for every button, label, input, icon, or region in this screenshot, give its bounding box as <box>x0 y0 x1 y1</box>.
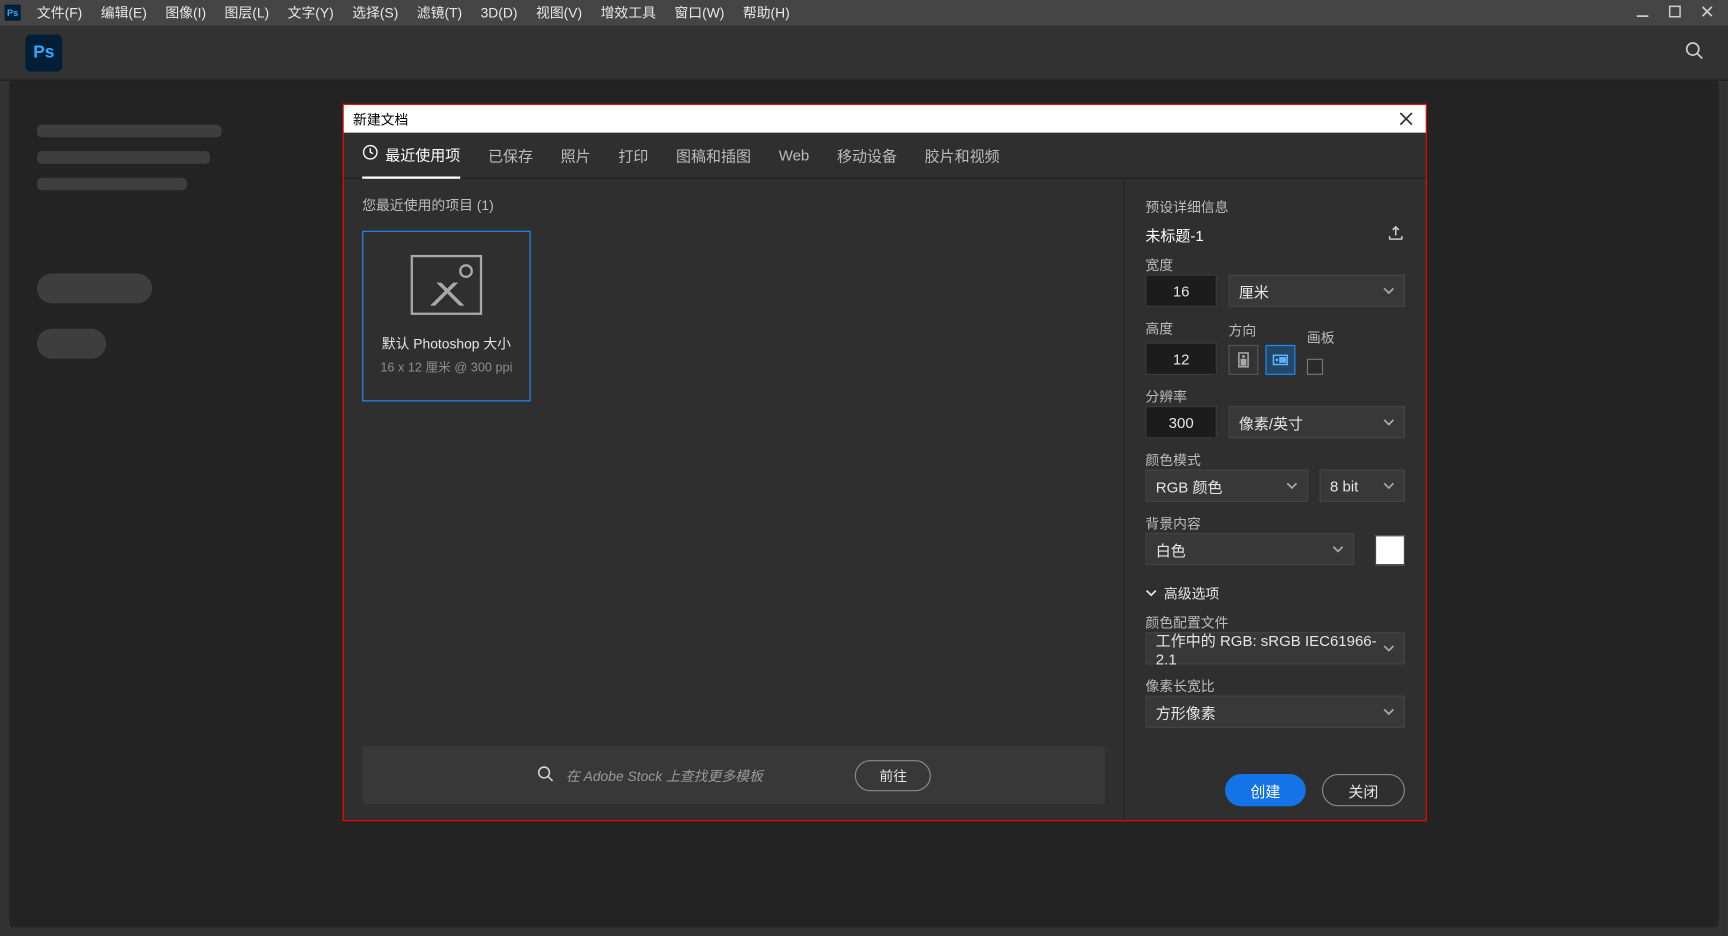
close-button[interactable]: 关闭 <box>1322 774 1405 806</box>
dialog-close-button[interactable] <box>1396 108 1417 129</box>
recent-heading: 您最近使用的项目 (1) <box>362 195 1105 215</box>
color-mode-label: 颜色模式 <box>1145 450 1405 470</box>
dialog-tabs: 最近使用项 已保存 照片 打印 图稿和插图 Web 移动设备 胶片和视频 <box>344 133 1426 179</box>
document-name-input[interactable]: 未标题-1 <box>1145 224 1203 246</box>
menu-plugins[interactable]: 增效工具 <box>591 0 665 25</box>
select-value: 方形像素 <box>1156 701 1216 723</box>
tab-art[interactable]: 图稿和插图 <box>676 132 751 178</box>
height-label: 高度 <box>1145 318 1217 338</box>
select-value: 8 bit <box>1330 477 1358 494</box>
create-button[interactable]: 创建 <box>1225 774 1306 806</box>
image-icon <box>411 255 483 315</box>
tab-web[interactable]: Web <box>779 132 810 178</box>
menu-file[interactable]: 文件(F) <box>28 0 92 25</box>
menu-layer[interactable]: 图层(L) <box>215 0 278 25</box>
tab-photo[interactable]: 照片 <box>561 132 591 178</box>
details-header: 预设详细信息 <box>1145 197 1405 217</box>
skeleton-pill <box>37 273 152 303</box>
pixel-aspect-select[interactable]: 方形像素 <box>1145 696 1405 728</box>
tab-mobile[interactable]: 移动设备 <box>837 132 897 178</box>
artboard-checkbox[interactable] <box>1307 359 1323 375</box>
skeleton-pill <box>37 329 106 359</box>
chevron-down-icon <box>1383 414 1395 431</box>
artboard-label: 画板 <box>1307 328 1335 348</box>
orientation-portrait-button[interactable] <box>1228 345 1258 375</box>
preset-name: 默认 Photoshop 大小 <box>382 333 511 353</box>
chevron-down-icon <box>1383 477 1395 494</box>
presets-panel: 您最近使用的项目 (1) 默认 Photoshop 大小 16 x 12 厘米 … <box>344 179 1124 820</box>
menu-3d[interactable]: 3D(D) <box>471 0 526 25</box>
skeleton-line <box>37 178 187 191</box>
chevron-down-icon <box>1383 640 1395 657</box>
dialog-title-text: 新建文档 <box>353 109 408 129</box>
app-mini-logo: Ps <box>5 5 21 21</box>
select-value: 厘米 <box>1239 280 1269 302</box>
search-icon[interactable] <box>1684 40 1705 64</box>
width-unit-select[interactable]: 厘米 <box>1228 275 1404 307</box>
window-minimize-button[interactable] <box>1626 0 1658 23</box>
app-menubar: Ps 文件(F) 编辑(E) 图像(I) 图层(L) 文字(Y) 选择(S) 滤… <box>0 0 1728 25</box>
resolution-unit-select[interactable]: 像素/英寸 <box>1228 406 1404 438</box>
tab-recent[interactable]: 最近使用项 <box>362 132 460 178</box>
menu-image[interactable]: 图像(I) <box>156 0 215 25</box>
background-color-swatch[interactable] <box>1375 535 1405 565</box>
chevron-down-icon <box>1383 282 1395 299</box>
width-label: 宽度 <box>1145 255 1405 275</box>
window-close-button[interactable] <box>1691 0 1723 23</box>
width-input[interactable]: 16 <box>1145 275 1217 307</box>
color-mode-select[interactable]: RGB 颜色 <box>1145 469 1308 501</box>
dialog-titlebar: 新建文档 <box>344 105 1426 133</box>
menu-help[interactable]: 帮助(H) <box>734 0 799 25</box>
tab-print[interactable]: 打印 <box>618 132 648 178</box>
skeleton-line <box>37 125 222 138</box>
tab-saved[interactable]: 已保存 <box>488 132 533 178</box>
stock-search-input[interactable]: 在 Adobe Stock 上查找更多模板 <box>566 765 763 785</box>
menu-type[interactable]: 文字(Y) <box>278 0 343 25</box>
menu-select[interactable]: 选择(S) <box>343 0 408 25</box>
advanced-label: 高级选项 <box>1164 584 1219 604</box>
preset-card-default[interactable]: 默认 Photoshop 大小 16 x 12 厘米 @ 300 ppi <box>362 231 530 402</box>
bit-depth-select[interactable]: 8 bit <box>1320 469 1405 501</box>
height-input[interactable]: 12 <box>1145 343 1217 375</box>
chevron-down-icon <box>1145 585 1157 601</box>
tab-film[interactable]: 胶片和视频 <box>925 132 1000 178</box>
pixel-aspect-label: 像素长宽比 <box>1145 676 1405 696</box>
search-icon <box>536 764 554 786</box>
menu-view[interactable]: 视图(V) <box>527 0 592 25</box>
adobe-stock-bar: 在 Adobe Stock 上查找更多模板 前往 <box>362 746 1105 804</box>
resolution-label: 分辨率 <box>1145 386 1405 406</box>
chevron-down-icon <box>1286 477 1298 494</box>
stock-go-button[interactable]: 前往 <box>855 760 931 791</box>
tab-label: 最近使用项 <box>385 143 460 165</box>
background-select[interactable]: 白色 <box>1145 533 1354 565</box>
select-value: RGB 颜色 <box>1156 475 1223 497</box>
menu-window[interactable]: 窗口(W) <box>665 0 733 25</box>
advanced-toggle[interactable]: 高级选项 <box>1145 584 1405 604</box>
preset-subtitle: 16 x 12 厘米 @ 300 ppi <box>380 358 512 376</box>
select-value: 工作中的 RGB: sRGB IEC61966-2.1 <box>1156 629 1383 668</box>
sidebar-skeleton <box>37 125 222 359</box>
background-label: 背景内容 <box>1145 513 1405 533</box>
skeleton-line <box>37 151 210 164</box>
export-preset-icon[interactable] <box>1387 224 1405 246</box>
home-header: Ps <box>0 25 1728 80</box>
chevron-down-icon <box>1332 540 1344 557</box>
select-value: 像素/英寸 <box>1239 411 1303 433</box>
clock-icon <box>362 144 378 164</box>
menu-filter[interactable]: 滤镜(T) <box>408 0 472 25</box>
photoshop-logo[interactable]: Ps <box>25 34 62 71</box>
select-value: 白色 <box>1156 538 1186 560</box>
resolution-input[interactable]: 300 <box>1145 406 1217 438</box>
window-maximize-button[interactable] <box>1659 0 1691 23</box>
orientation-label: 方向 <box>1228 321 1295 341</box>
chevron-down-icon <box>1383 703 1395 720</box>
new-document-dialog: 新建文档 最近使用项 已保存 照片 打印 图稿和插图 Web 移动设备 胶片和视… <box>343 104 1427 821</box>
preset-details-panel: 预设详细信息 未标题-1 宽度 16 厘米 <box>1124 179 1426 820</box>
menu-edit[interactable]: 编辑(E) <box>92 0 157 25</box>
color-profile-select[interactable]: 工作中的 RGB: sRGB IEC61966-2.1 <box>1145 632 1405 664</box>
orientation-landscape-button[interactable] <box>1265 345 1295 375</box>
